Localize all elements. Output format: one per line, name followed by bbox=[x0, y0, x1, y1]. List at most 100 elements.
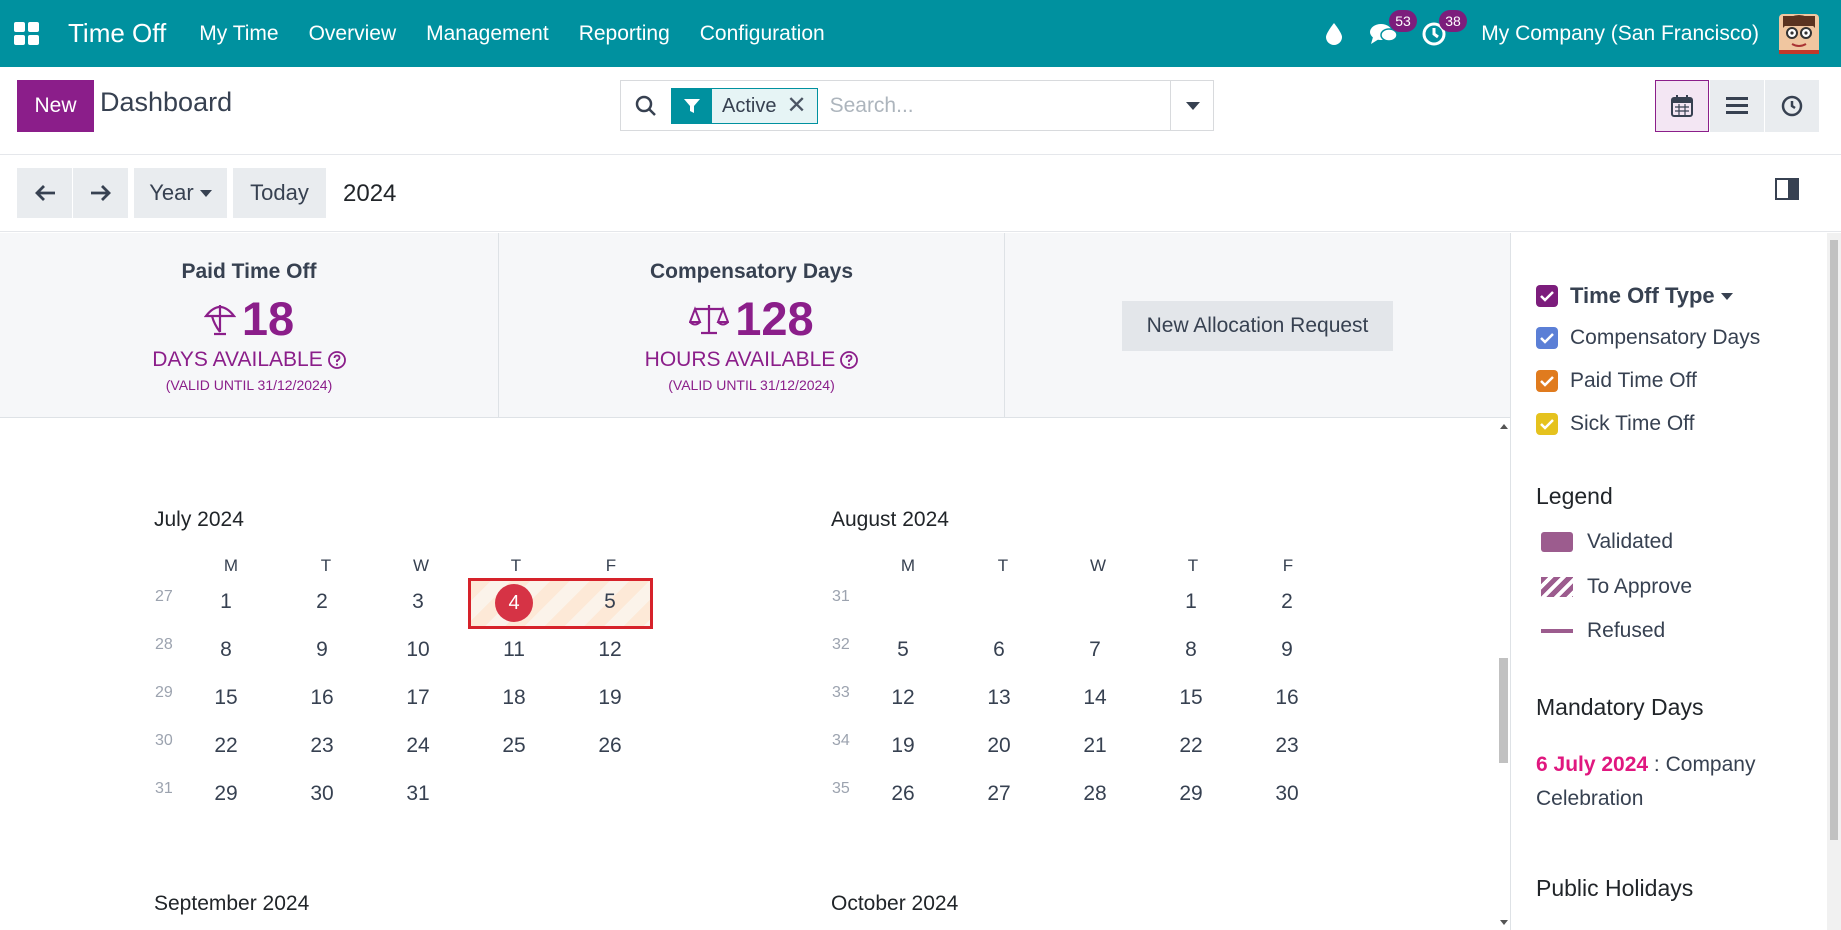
filter-label: Paid Time Off bbox=[1570, 369, 1697, 392]
filter-sick-time-off[interactable]: Sick Time Off bbox=[1536, 412, 1694, 436]
day-cell[interactable]: 30 bbox=[1267, 782, 1307, 806]
drop-icon[interactable] bbox=[1309, 0, 1359, 67]
filter-sidepanel: Time Off Type Compensatory Days Paid Tim… bbox=[1510, 233, 1827, 930]
main-menu: My Time Overview Management Reporting Co… bbox=[184, 22, 839, 46]
activities-badge: 38 bbox=[1439, 10, 1467, 32]
chat-icon[interactable]: 53 bbox=[1359, 0, 1417, 67]
day-cell[interactable]: 12 bbox=[590, 638, 630, 662]
day-cell[interactable]: 22 bbox=[206, 734, 246, 758]
day-cell[interactable]: 23 bbox=[302, 734, 342, 758]
day-cell[interactable]: 2 bbox=[302, 590, 342, 614]
day-cell[interactable]: 5 bbox=[590, 590, 630, 614]
day-cell[interactable]: 14 bbox=[1075, 686, 1115, 710]
day-cell[interactable]: 27 bbox=[979, 782, 1019, 806]
menu-configuration[interactable]: Configuration bbox=[685, 22, 840, 46]
search-icon[interactable] bbox=[621, 95, 671, 117]
previous-arrow-icon[interactable] bbox=[17, 168, 72, 218]
new-allocation-request-button[interactable]: New Allocation Request bbox=[1122, 301, 1393, 351]
day-cell[interactable]: 3 bbox=[398, 590, 438, 614]
day-cell[interactable]: 31 bbox=[398, 782, 438, 806]
checkbox-checked-icon[interactable] bbox=[1536, 285, 1558, 307]
day-cell[interactable]: 13 bbox=[979, 686, 1019, 710]
day-cell[interactable]: 20 bbox=[979, 734, 1019, 758]
caret-down-icon bbox=[199, 189, 212, 197]
day-cell[interactable]: 24 bbox=[398, 734, 438, 758]
day-cell[interactable]: 30 bbox=[302, 782, 342, 806]
day-cell[interactable]: 6 bbox=[979, 638, 1019, 662]
page-title: Dashboard bbox=[100, 87, 233, 117]
public-holidays-title: Public Holidays bbox=[1536, 875, 1694, 901]
calendar-scroll-thumb[interactable] bbox=[1499, 658, 1508, 763]
checkbox-checked-icon[interactable] bbox=[1536, 413, 1558, 435]
scale-dropdown[interactable]: Year bbox=[134, 168, 227, 218]
sidepanel-scroll-thumb[interactable] bbox=[1830, 240, 1838, 840]
day-cell[interactable]: 26 bbox=[590, 734, 630, 758]
today-day-cell[interactable]: 4 bbox=[495, 584, 533, 622]
day-cell[interactable]: 29 bbox=[1171, 782, 1211, 806]
day-cell[interactable]: 1 bbox=[1171, 590, 1211, 614]
day-cell[interactable]: 19 bbox=[590, 686, 630, 710]
day-cell[interactable]: 12 bbox=[883, 686, 923, 710]
weekday-label: M bbox=[900, 556, 916, 575]
day-cell[interactable]: 9 bbox=[302, 638, 342, 662]
week-number: 31 bbox=[155, 780, 173, 797]
day-cell[interactable]: 15 bbox=[1171, 686, 1211, 710]
day-cell[interactable]: 26 bbox=[883, 782, 923, 806]
day-cell[interactable]: 25 bbox=[494, 734, 534, 758]
list-view-icon[interactable] bbox=[1710, 80, 1764, 132]
day-cell[interactable]: 16 bbox=[302, 686, 342, 710]
next-arrow-icon[interactable] bbox=[73, 168, 128, 218]
help-icon[interactable] bbox=[327, 351, 346, 369]
view-switcher bbox=[1654, 80, 1819, 132]
clock-icon[interactable]: 38 bbox=[1409, 0, 1467, 67]
day-cell[interactable]: 5 bbox=[883, 638, 923, 662]
month-september: September 2024 bbox=[154, 892, 674, 916]
avatar[interactable] bbox=[1779, 13, 1819, 54]
day-cell[interactable]: 21 bbox=[1075, 734, 1115, 758]
menu-reporting[interactable]: Reporting bbox=[564, 22, 685, 46]
day-cell[interactable]: 7 bbox=[1075, 638, 1115, 662]
search-options-toggle[interactable] bbox=[1170, 80, 1214, 131]
day-cell[interactable]: 8 bbox=[206, 638, 246, 662]
day-cell[interactable]: 28 bbox=[1075, 782, 1115, 806]
day-cell[interactable]: 11 bbox=[494, 638, 534, 662]
day-cell[interactable]: 18 bbox=[494, 686, 534, 710]
day-cell[interactable]: 19 bbox=[883, 734, 923, 758]
scale-label: Year bbox=[149, 180, 194, 205]
checkbox-checked-icon[interactable] bbox=[1536, 327, 1558, 349]
day-cell[interactable]: 15 bbox=[206, 686, 246, 710]
apps-icon[interactable] bbox=[0, 0, 54, 67]
search-input[interactable] bbox=[829, 93, 1130, 118]
day-cell[interactable]: 8 bbox=[1171, 638, 1211, 662]
facet-remove-icon[interactable]: ✕ bbox=[786, 88, 817, 123]
calendar-view-icon[interactable] bbox=[1655, 80, 1709, 132]
day-cell[interactable]: 1 bbox=[206, 590, 246, 614]
company-switcher[interactable]: My Company (San Francisco) bbox=[1481, 22, 1759, 46]
day-cell[interactable]: 9 bbox=[1267, 638, 1307, 662]
help-icon[interactable] bbox=[840, 351, 859, 369]
month-title: September 2024 bbox=[154, 892, 310, 915]
today-button[interactable]: Today bbox=[233, 168, 326, 218]
app-title[interactable]: Time Off bbox=[68, 18, 166, 49]
day-cell[interactable]: 23 bbox=[1267, 734, 1307, 758]
calendar-controls: Year Today 2024 bbox=[0, 156, 1841, 232]
menu-management[interactable]: Management bbox=[411, 22, 564, 46]
week-number: 30 bbox=[155, 732, 173, 749]
day-cell[interactable]: 17 bbox=[398, 686, 438, 710]
month-october: October 2024 bbox=[831, 892, 1351, 916]
sidebar-toggle-icon[interactable] bbox=[1775, 178, 1801, 207]
filter-paid-time-off[interactable]: Paid Time Off bbox=[1536, 369, 1697, 393]
day-cell[interactable]: 16 bbox=[1267, 686, 1307, 710]
month-august: August 2024 bbox=[831, 508, 1351, 532]
filter-group-header[interactable]: Time Off Type bbox=[1536, 283, 1733, 309]
checkbox-checked-icon[interactable] bbox=[1536, 370, 1558, 392]
filter-compensatory-days[interactable]: Compensatory Days bbox=[1536, 326, 1760, 350]
day-cell[interactable]: 10 bbox=[398, 638, 438, 662]
day-cell[interactable]: 2 bbox=[1267, 590, 1307, 614]
activity-view-icon[interactable] bbox=[1765, 80, 1819, 132]
day-cell[interactable]: 22 bbox=[1171, 734, 1211, 758]
day-cell[interactable]: 29 bbox=[206, 782, 246, 806]
new-button[interactable]: New bbox=[17, 80, 94, 132]
menu-my-time[interactable]: My Time bbox=[184, 22, 293, 46]
menu-overview[interactable]: Overview bbox=[294, 22, 412, 46]
